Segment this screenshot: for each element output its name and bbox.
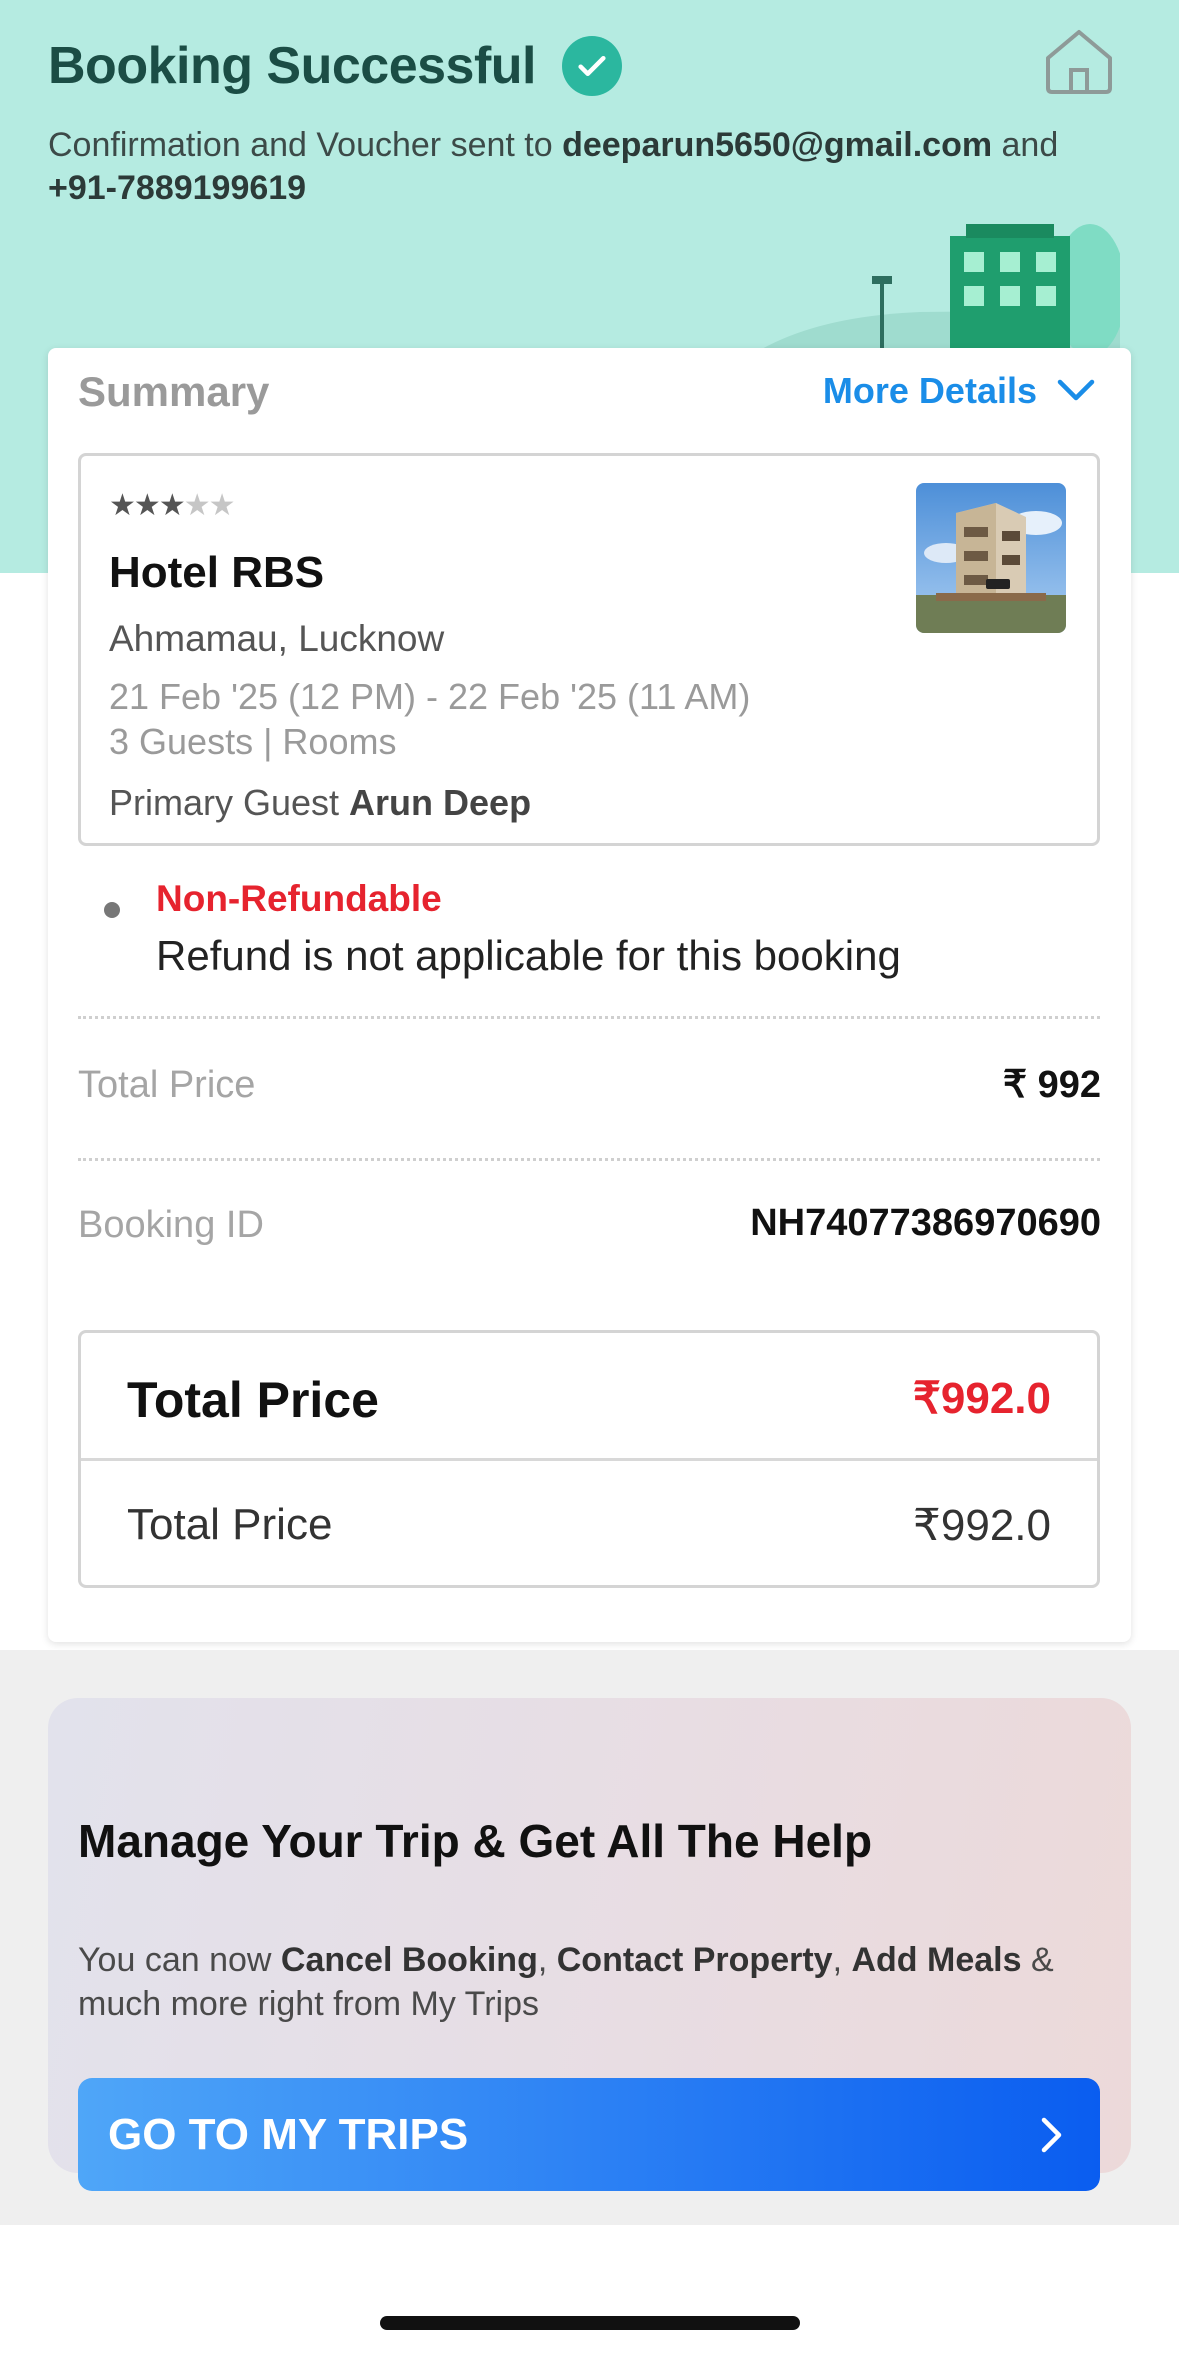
hotel-thumbnail[interactable]: [916, 483, 1066, 633]
more-details-label: More Details: [822, 370, 1037, 411]
booking-id-value: NH74077386970690: [750, 1202, 1101, 1244]
price-line-value: ₹992.0: [912, 1501, 1051, 1550]
manage-trip-desc-prefix: You can now: [78, 1941, 281, 1979]
star-icon: ★: [158, 489, 186, 522]
confirmation-and: and: [992, 126, 1059, 164]
price-breakdown-total: ₹992.0: [912, 1374, 1051, 1423]
price-breakdown-header: Total Price ₹992.0: [81, 1333, 1097, 1461]
booking-id-label: Booking ID: [78, 1204, 264, 1246]
total-price-value: ₹ 992: [1002, 1064, 1101, 1106]
price-line-label: Total Price: [127, 1500, 333, 1549]
divider: [78, 1016, 1100, 1019]
price-breakdown: Total Price ₹992.0 Total Price ₹992.0: [78, 1330, 1100, 1588]
hotel-details-box: ★★★★★ Hotel RBS Ahmamau, Lucknow 21 Feb …: [78, 453, 1100, 846]
success-check-icon: [562, 36, 622, 96]
refund-policy-description: Refund is not applicable for this bookin…: [156, 932, 901, 979]
primary-guest: Primary Guest Arun Deep: [109, 782, 531, 824]
hotel-location: Ahmamau, Lucknow: [109, 618, 445, 659]
stay-dates: 21 Feb '25 (12 PM) - 22 Feb '25 (11 AM): [109, 676, 751, 717]
manage-trip-description: You can now Cancel Booking, Contact Prop…: [78, 1938, 1088, 2026]
star-empty-icon: ★: [183, 489, 211, 522]
contact-property-text: Contact Property: [556, 1941, 833, 1979]
primary-guest-label: Primary Guest: [109, 782, 350, 823]
manage-trip-separator: ,: [537, 1941, 557, 1979]
manage-trip-section: Manage Your Trip & Get All The Help You …: [0, 1650, 1179, 2225]
cancel-booking-text: Cancel Booking: [280, 1941, 538, 1979]
star-rating: ★★★★★: [109, 488, 236, 523]
confirmation-prefix: Confirmation and Voucher sent to: [48, 126, 563, 164]
go-to-my-trips-label: GO TO MY TRIPS: [108, 2109, 469, 2159]
chevron-right-icon: [1041, 2117, 1062, 2152]
manage-trip-title: Manage Your Trip & Get All The Help: [78, 1815, 873, 1867]
manage-trip-card: Manage Your Trip & Get All The Help You …: [48, 1698, 1131, 2191]
home-indicator[interactable]: [380, 2316, 800, 2330]
star-icon: ★: [109, 489, 136, 522]
confirmation-email: deeparun5650@gmail.com: [562, 126, 993, 164]
divider: [78, 1158, 1100, 1161]
star-empty-icon: ★: [208, 489, 236, 522]
more-details-button[interactable]: More Details: [823, 370, 1095, 412]
star-icon: ★: [133, 489, 161, 522]
bullet: [104, 902, 120, 918]
total-price-label: Total Price: [78, 1064, 256, 1106]
chevron-down-icon: [1057, 379, 1095, 401]
hotel-illustration: [760, 224, 1120, 350]
go-to-my-trips-button[interactable]: GO TO MY TRIPS: [78, 2078, 1100, 2191]
confirmation-phone: +91-7889199619: [48, 169, 307, 207]
summary-card: Summary More Details ★★★★★ Hotel RBS Ahm…: [48, 348, 1131, 1642]
title-row: Booking Successful: [48, 36, 622, 96]
summary-label: Summary: [78, 368, 270, 415]
hotel-name: Hotel RBS: [109, 548, 325, 597]
guests-rooms: 3 Guests | Rooms: [109, 721, 397, 762]
primary-guest-name: Arun Deep: [349, 782, 532, 823]
refund-policy-title: Non-Refundable: [156, 878, 442, 919]
confirmation-text: Confirmation and Voucher sent to deeparu…: [48, 124, 1138, 210]
price-breakdown-title: Total Price: [127, 1372, 379, 1428]
home-icon[interactable]: [1040, 24, 1118, 96]
manage-trip-separator: ,: [832, 1941, 852, 1979]
add-meals-text: Add Meals: [851, 1941, 1022, 1979]
page-title: Booking Successful: [48, 37, 537, 95]
